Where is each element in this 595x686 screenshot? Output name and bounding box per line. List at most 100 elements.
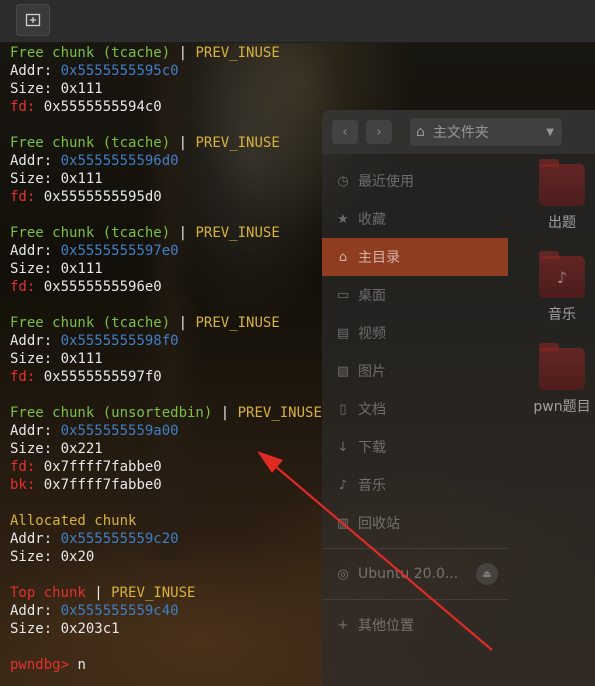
chunk-header: Free chunk (tcache) | PREV_INUSE	[10, 314, 595, 332]
chunk-addr: Addr: 0x555555559c20	[10, 530, 595, 548]
addr-value: 0x5555555595c0	[60, 63, 179, 79]
chunk-flag: PREV_INUSE	[195, 225, 280, 241]
chunk-title: Free chunk (tcache)	[10, 45, 171, 61]
fd-value: 0x5555555594c0	[43, 99, 162, 115]
addr-label: Addr:	[10, 531, 53, 547]
size-label: Size:	[10, 549, 53, 565]
new-tab-button[interactable]	[16, 4, 50, 36]
separator: |	[178, 45, 188, 61]
chunk-fd: fd: 0x5555555597f0	[10, 368, 595, 386]
size-value: 0x203c1	[60, 621, 120, 637]
chunk-flag: PREV_INUSE	[195, 45, 280, 61]
chunk-header: Free chunk (tcache) | PREV_INUSE	[10, 224, 595, 242]
chunk-fd: fd: 0x5555555594c0	[10, 98, 595, 116]
prompt: pwndbg>	[10, 657, 70, 673]
chunk-header: Allocated chunk	[10, 512, 595, 530]
fd-value: 0x7ffff7fabbe0	[43, 459, 162, 475]
fd-value: 0x5555555596e0	[43, 279, 162, 295]
chunk-size: Size: 0x221	[10, 440, 595, 458]
prompt-line[interactable]: pwndbg> n	[10, 656, 595, 674]
chunk-title: Free chunk (tcache)	[10, 135, 171, 151]
chunk-flag: PREV_INUSE	[195, 315, 280, 331]
chunk-header: Free chunk (unsortedbin) | PREV_INUSE	[10, 404, 595, 422]
addr-value: 0x555555559c20	[60, 531, 179, 547]
fd-value: 0x5555555597f0	[43, 369, 162, 385]
terminal-toolbar	[0, 0, 595, 43]
bk-label: bk:	[10, 477, 36, 493]
addr-label: Addr:	[10, 423, 53, 439]
size-label: Size:	[10, 261, 53, 277]
command-input[interactable]: n	[77, 657, 85, 673]
chunk-title: Free chunk (tcache)	[10, 315, 171, 331]
size-label: Size:	[10, 81, 53, 97]
addr-value: 0x5555555596d0	[60, 153, 179, 169]
chunk-flag: PREV_INUSE	[195, 135, 280, 151]
separator: |	[178, 225, 188, 241]
bk-value: 0x7ffff7fabbe0	[43, 477, 162, 493]
size-label: Size:	[10, 351, 53, 367]
chunk-fd: fd: 0x7ffff7fabbe0	[10, 458, 595, 476]
chunk-addr: Addr: 0x5555555597e0	[10, 242, 595, 260]
fd-label: fd:	[10, 99, 36, 115]
chunk-size: Size: 0x203c1	[10, 620, 595, 638]
chunk-flag: PREV_INUSE	[237, 405, 322, 421]
chunk-size: Size: 0x111	[10, 80, 595, 98]
chunk-addr: Addr: 0x5555555595c0	[10, 62, 595, 80]
chunk-header: Free chunk (tcache) | PREV_INUSE	[10, 44, 595, 62]
addr-label: Addr:	[10, 63, 53, 79]
terminal-output: Free chunk (tcache) | PREV_INUSE Addr: 0x…	[10, 44, 595, 674]
size-value: 0x221	[60, 441, 103, 457]
addr-label: Addr:	[10, 333, 53, 349]
size-label: Size:	[10, 441, 53, 457]
chunk-header: Top chunk | PREV_INUSE	[10, 584, 595, 602]
chunk-flag: PREV_INUSE	[111, 585, 196, 601]
chunk-header: Free chunk (tcache) | PREV_INUSE	[10, 134, 595, 152]
separator: |	[94, 585, 103, 601]
chunk-size: Size: 0x20	[10, 548, 595, 566]
size-value: 0x111	[60, 351, 103, 367]
size-value: 0x111	[60, 171, 103, 187]
size-value: 0x111	[60, 81, 103, 97]
size-label: Size:	[10, 171, 53, 187]
addr-value: 0x555555559a00	[60, 423, 179, 439]
chunk-size: Size: 0x111	[10, 350, 595, 368]
addr-label: Addr:	[10, 243, 53, 259]
chunk-addr: Addr: 0x555555559c40	[10, 602, 595, 620]
fd-label: fd:	[10, 459, 36, 475]
fd-label: fd:	[10, 369, 36, 385]
chunk-title: Free chunk (unsortedbin)	[10, 405, 213, 421]
fd-value: 0x5555555595d0	[43, 189, 162, 205]
fd-label: fd:	[10, 279, 36, 295]
chunk-fd: fd: 0x5555555595d0	[10, 188, 595, 206]
chunk-addr: Addr: 0x5555555598f0	[10, 332, 595, 350]
addr-value: 0x5555555597e0	[60, 243, 179, 259]
chunk-title: Top chunk	[10, 585, 86, 601]
